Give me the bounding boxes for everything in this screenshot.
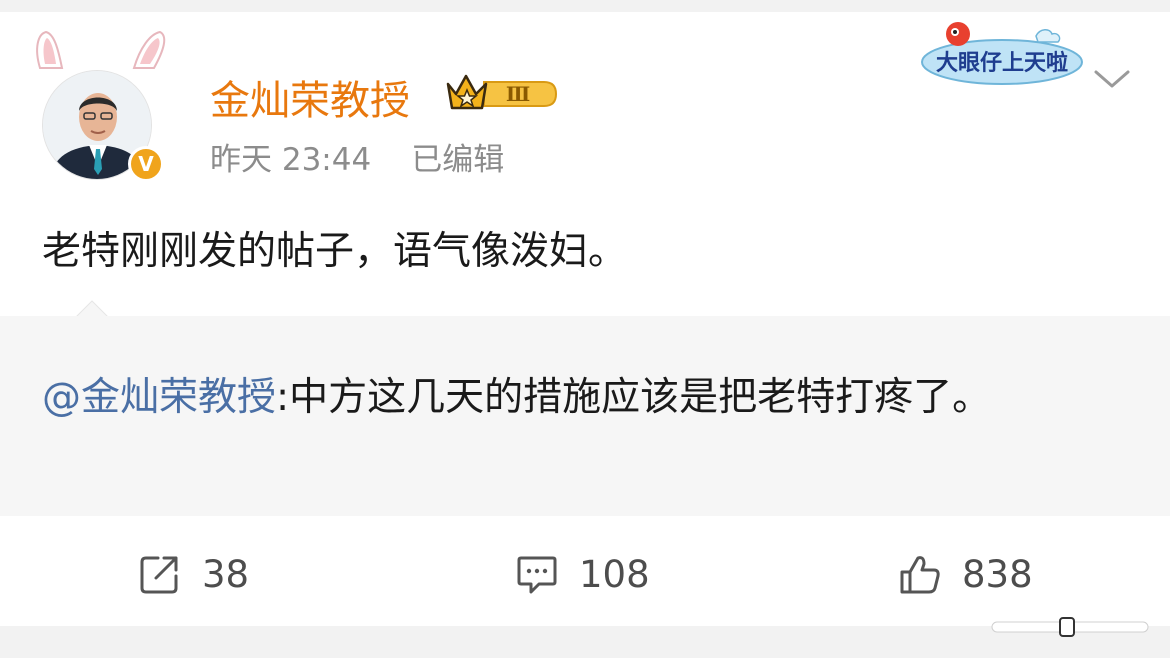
comment-button[interactable]: 108 <box>515 550 650 598</box>
like-count: 838 <box>962 552 1033 596</box>
post-meta: 昨天 23:44 已编辑 <box>210 134 504 179</box>
edited-label[interactable]: 已编辑 <box>411 142 504 178</box>
repost-icon <box>140 556 178 594</box>
like-button[interactable]: 838 <box>898 550 1033 598</box>
comment-count: 108 <box>579 552 650 596</box>
username-link[interactable]: 金灿荣教授 <box>210 68 410 126</box>
corner-watermark <box>991 617 1149 637</box>
post-time: 昨天 23:44 <box>210 142 372 178</box>
repost-notch <box>76 300 108 317</box>
verified-icon: V <box>128 146 164 182</box>
avatar-container[interactable]: V <box>36 30 166 182</box>
bunny-ear-left-icon <box>36 30 64 69</box>
like-icon <box>900 556 940 594</box>
post-text: 老特刚刚发的帖子，语气像泼妇。 <box>42 229 628 274</box>
comment-icon <box>517 556 557 594</box>
bunny-ear-right-icon <box>132 30 166 69</box>
repost-text: :中方这几天的措施应该是把老特打疼了。 <box>276 375 992 420</box>
action-bar: 38 108 838 <box>0 516 1170 626</box>
crown-icon[interactable]: Ⅲ <box>444 70 564 114</box>
level-badge: Ⅲ <box>506 82 530 106</box>
repost-button[interactable]: 38 <box>138 550 249 598</box>
chevron-down-icon[interactable] <box>1092 66 1132 92</box>
sticker-text: 大眼仔上天啦 <box>936 50 1068 76</box>
sticker-image: 大眼仔上天啦 <box>921 22 1083 85</box>
repost-count: 38 <box>202 552 250 596</box>
mention-link[interactable]: @金灿荣教授 <box>42 375 276 420</box>
repost-text-container: @金灿荣教授:中方这几天的措施应该是把老特打疼了。 <box>42 360 1062 436</box>
